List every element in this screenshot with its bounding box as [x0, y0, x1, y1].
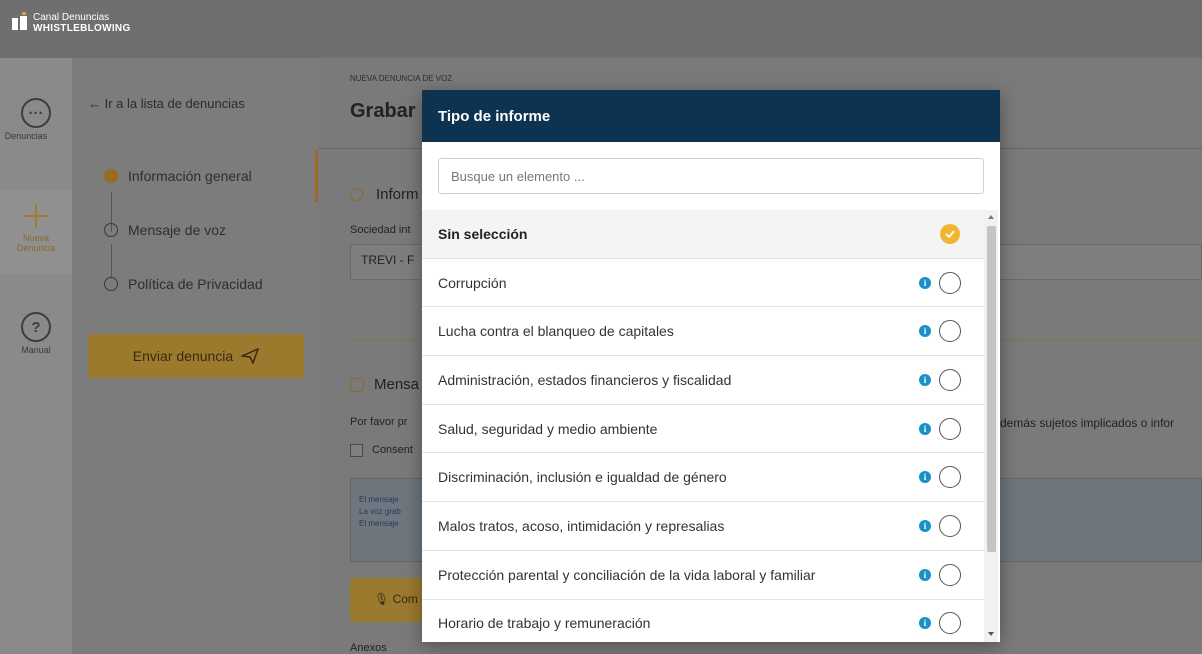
info-icon[interactable]: i — [919, 568, 931, 581]
options-list: Sin selección Corrupción i Lucha contra … — [422, 210, 984, 642]
back-link[interactable]: ← Ir a la lista de denuncias — [88, 96, 245, 111]
section-general-title: Inform — [376, 186, 419, 203]
option-horario[interactable]: Horario de trabajo y remuneración i — [422, 600, 984, 643]
scrollbar[interactable] — [984, 210, 998, 642]
radio-button[interactable] — [939, 368, 961, 391]
option-label: Discriminación, inclusión e igualdad de … — [438, 469, 727, 486]
radio-button[interactable] — [939, 563, 961, 586]
option-salud[interactable]: Salud, seguridad y medio ambiente i — [422, 405, 984, 454]
option-label: Sin selección — [438, 225, 528, 242]
send-icon — [241, 348, 260, 364]
radio-button[interactable] — [939, 466, 961, 489]
scrollbar-thumb[interactable] — [987, 226, 996, 552]
info-icon[interactable]: i — [919, 422, 931, 435]
radio-button[interactable] — [939, 514, 961, 537]
modal-title: Tipo de informe — [422, 90, 1000, 142]
record-button[interactable]: 🎙 Com — [350, 578, 430, 622]
brand-line2: WHISTLEBLOWING — [33, 23, 131, 34]
left-rail: ··· Denuncias Nueva Denuncia ? Manual — [0, 58, 72, 654]
phone-icon — [350, 378, 364, 392]
plus-icon — [22, 202, 50, 230]
search-area — [422, 142, 1000, 210]
radio-button[interactable] — [939, 612, 961, 635]
record-button-label: Com — [392, 592, 418, 606]
step-politica-privacidad[interactable]: Política de Privacidad — [104, 276, 263, 292]
step-dot — [104, 277, 118, 291]
option-corrupcion[interactable]: Corrupción i — [422, 259, 984, 308]
consent-checkbox[interactable] — [350, 444, 363, 457]
option-label: Horario de trabajo y remuneración — [438, 615, 651, 632]
option-discriminacion[interactable]: Discriminación, inclusión e igualdad de … — [422, 453, 984, 503]
scroll-down-arrow-icon[interactable] — [988, 632, 994, 636]
logo-icon — [12, 12, 28, 30]
rail-item-manual[interactable]: ? Manual — [0, 312, 72, 355]
step-label: Mensaje de voz — [128, 222, 227, 238]
option-malos-tratos[interactable]: Malos tratos, acoso, intimidación y repr… — [422, 502, 984, 551]
rail-label-denuncias: Denuncias — [4, 131, 48, 141]
back-link-label: Ir a la lista de denuncias — [104, 96, 245, 111]
info-icon[interactable]: i — [919, 276, 931, 289]
option-label: Malos tratos, acoso, intimidación y repr… — [438, 517, 725, 534]
info-icon[interactable]: i — [919, 325, 931, 338]
arrow-left-icon: ← — [88, 96, 105, 111]
chat-bubble-icon: ··· — [21, 98, 51, 128]
option-sin-seleccion[interactable]: Sin selección — [422, 210, 984, 259]
option-label: Protección parental y conciliación de la… — [438, 566, 816, 583]
option-blanqueo[interactable]: Lucha contra el blanqueo de capitales i — [422, 307, 984, 357]
step-label: Información general — [128, 168, 252, 184]
radio-button[interactable] — [939, 417, 961, 440]
report-type-modal: Tipo de informe Sin selección Corrupción… — [422, 90, 1000, 642]
search-input[interactable] — [438, 158, 984, 194]
step-label: Política de Privacidad — [128, 276, 263, 292]
rail-item-nueva-denuncia[interactable]: Nueva Denuncia — [0, 190, 72, 274]
option-proteccion-parental[interactable]: Protección parental y conciliación de la… — [422, 551, 984, 600]
step-mensaje-de-voz[interactable]: Mensaje de voz — [104, 222, 226, 238]
option-label: Salud, seguridad y medio ambiente — [438, 420, 658, 437]
page-subtitle: NUEVA DENUNCIA DE VOZ — [350, 74, 453, 83]
send-button-label: Enviar denuncia — [132, 348, 234, 364]
checkmark-icon — [940, 223, 960, 244]
brand-line1: Canal Denuncias — [33, 12, 110, 23]
scroll-up-arrow-icon[interactable] — [988, 215, 994, 219]
option-label: Administración, estados financieros y fi… — [438, 371, 732, 388]
company-label: Sociedad int — [350, 224, 411, 236]
info-circle-icon — [350, 188, 363, 201]
question-circle-icon: ? — [21, 312, 51, 342]
top-bar: Canal Denuncias WHISTLEBLOWING — [0, 0, 1202, 58]
radio-button[interactable] — [939, 271, 961, 294]
annex-label: Anexos — [350, 642, 387, 654]
info-icon[interactable]: i — [919, 471, 931, 484]
brand-logo[interactable]: Canal Denuncias WHISTLEBLOWING — [12, 12, 131, 34]
option-label: Corrupción — [438, 274, 507, 291]
option-administracion[interactable]: Administración, estados financieros y fi… — [422, 356, 984, 405]
option-label: Lucha contra el blanqueo de capitales — [438, 323, 674, 340]
step-dot — [104, 223, 118, 237]
send-report-button[interactable]: Enviar denuncia — [88, 334, 304, 378]
step-connector — [111, 244, 112, 278]
step-informacion-general[interactable]: Información general — [104, 168, 252, 184]
consent-checkbox-label: Consent — [372, 444, 413, 456]
company-value: TREVI - F — [361, 253, 415, 267]
rail-label-nueva: Nueva Denuncia — [16, 233, 56, 253]
consent-text: Por favor pr — [350, 416, 408, 428]
info-line: La voz grab — [359, 507, 401, 516]
rail-item-denuncias[interactable]: ··· Denuncias — [0, 98, 72, 141]
step-dot-active — [104, 169, 118, 183]
page-title: Grabar — [350, 100, 416, 122]
info-icon[interactable]: i — [919, 519, 931, 532]
steps-panel: ← Ir a la lista de denuncias Información… — [72, 58, 318, 654]
info-icon[interactable]: i — [919, 373, 931, 386]
microphone-icon: 🎙 — [374, 592, 390, 606]
radio-button[interactable] — [939, 320, 961, 343]
info-line: El mensaje — [359, 519, 399, 528]
section-voice-title: Mensa — [374, 376, 420, 393]
info-icon[interactable]: i — [919, 617, 931, 630]
consent-text-right: demás sujetos implicados o infor — [1000, 416, 1175, 430]
rail-label-manual: Manual — [21, 345, 51, 355]
info-line: El mensaje — [359, 495, 399, 504]
